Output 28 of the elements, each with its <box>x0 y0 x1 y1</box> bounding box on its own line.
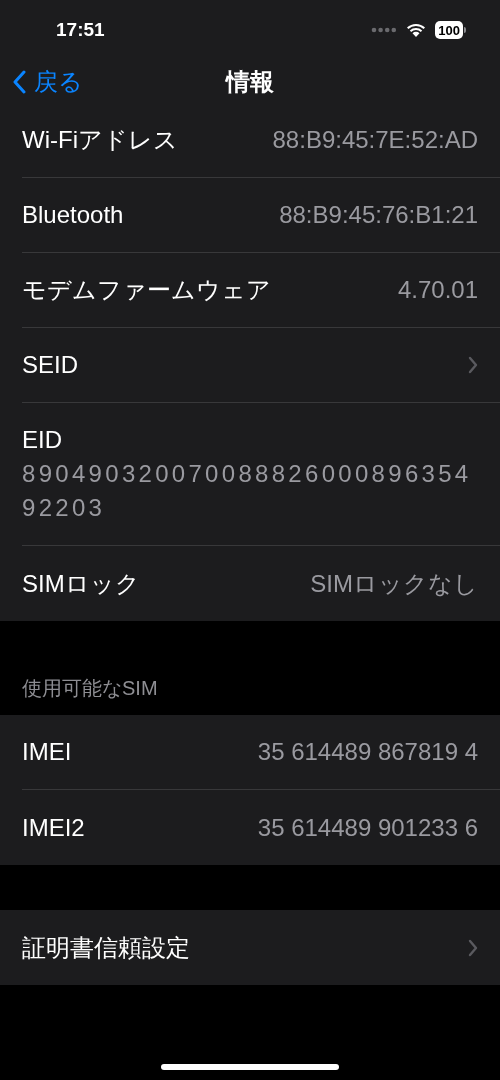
status-time: 17:51 <box>56 17 105 42</box>
row-value: 35 614489 901233 6 <box>257 812 478 843</box>
battery-icon: 100 <box>435 21 466 39</box>
row-label: IMEI <box>22 737 72 767</box>
settings-row[interactable]: SEID <box>22 328 500 403</box>
row-value: 88:B9:45:7E:52:AD <box>272 125 478 155</box>
cellular-signal-icon <box>371 27 398 33</box>
row-value: 35 614489 867819 4 <box>257 737 478 767</box>
page-title: 情報 <box>226 66 274 97</box>
chevron-icon <box>468 356 478 374</box>
back-button[interactable]: 戻る <box>12 63 83 100</box>
row-value: 88:B9:45:76:B1:21 <box>279 200 478 230</box>
chevron-icon <box>468 938 478 957</box>
row-value: 89049032007008882600089635492203 <box>22 459 473 523</box>
row-label: モデムファームウェア <box>22 275 271 305</box>
wifi-icon <box>405 22 428 38</box>
row-label: EID <box>22 425 63 455</box>
settings-row[interactable]: 証明書信頼設定 <box>22 910 500 985</box>
row-label: IMEI2 <box>22 812 85 843</box>
row-label: Bluetooth <box>22 200 124 230</box>
row-label: 証明書信頼設定 <box>22 932 190 963</box>
section-header: 使用可能なSIM <box>22 676 158 701</box>
row-value: SIMロックなし <box>310 568 478 599</box>
row-label: SEID <box>22 350 78 380</box>
row-label: Wi-Fiアドレス <box>22 125 178 155</box>
back-chevron-icon <box>12 69 26 94</box>
row-label: SIMロック <box>22 568 140 599</box>
row-value: 4.70.01 <box>397 275 478 305</box>
